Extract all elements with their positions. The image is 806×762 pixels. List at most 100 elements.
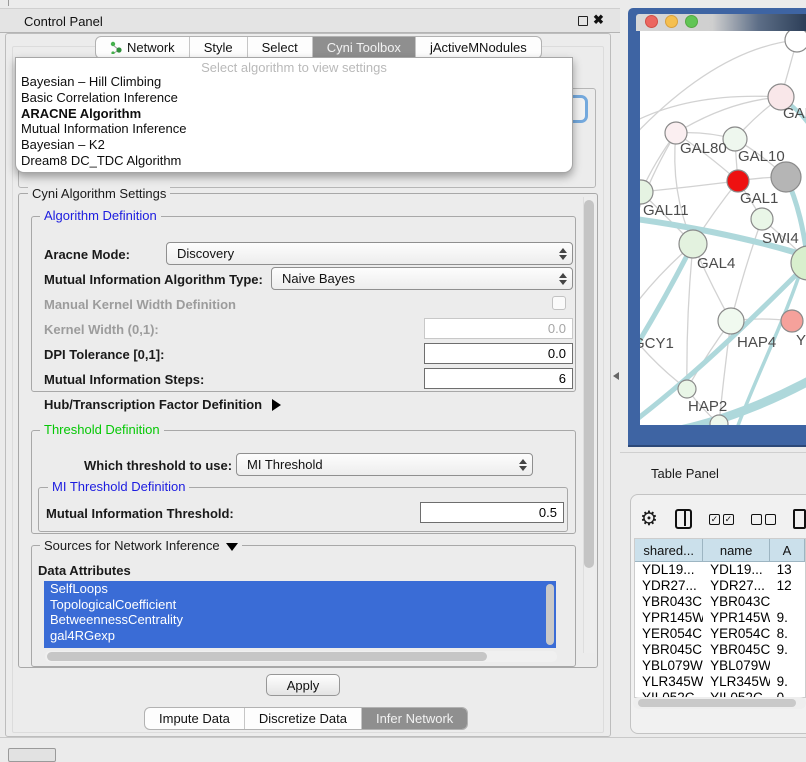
table-row[interactable]: YPR145WYPR145W9. <box>635 610 805 626</box>
table-cell <box>770 658 805 674</box>
minimize-traffic-light-icon[interactable] <box>665 15 678 28</box>
column-header-shared[interactable]: shared... <box>635 539 703 562</box>
table-cell: 9. <box>770 610 805 626</box>
table-cell: YER054C <box>703 626 769 642</box>
table-row[interactable]: YDL19...YDL19...13 <box>635 562 805 578</box>
mi-type-label: Mutual Information Algorithm Type: <box>44 272 263 287</box>
column-layout-icon[interactable] <box>675 509 692 529</box>
network-node[interactable] <box>727 170 749 192</box>
node-label-gal1: GAL1 <box>740 190 778 207</box>
network-window-titlebar[interactable] <box>636 14 806 31</box>
chevron-right-icon <box>272 399 281 411</box>
dpi-tolerance-field[interactable]: 0.0 <box>424 343 573 364</box>
attribute-item-topologicalcoefficient[interactable]: TopologicalCoefficient <box>44 597 556 613</box>
tab-impute-data[interactable]: Impute Data <box>145 708 245 729</box>
column-header-a[interactable]: A <box>770 539 805 562</box>
network-node[interactable] <box>679 230 707 258</box>
tab-cyni-toolbox[interactable]: Cyni Toolbox <box>313 37 416 58</box>
which-threshold-value: MI Threshold <box>237 457 514 472</box>
table-cell: YBL079W <box>703 658 769 674</box>
data-attributes-list[interactable]: SelfLoopsTopologicalCoefficientBetweenne… <box>44 581 556 648</box>
close-traffic-light-icon[interactable] <box>645 15 658 28</box>
gear-icon[interactable]: ⚙ <box>640 509 658 529</box>
app-screen: Control Panel ✖ Network StyleSelectCyni T… <box>0 0 806 762</box>
table-row[interactable]: YBR043CYBR043C <box>635 594 805 610</box>
mi-threshold-group-title: MI Threshold Definition <box>48 480 189 493</box>
mi-type-combo[interactable]: Naive Bayes <box>271 267 573 290</box>
close-icon[interactable]: ✖ <box>593 12 604 28</box>
mi-threshold-field[interactable]: 0.5 <box>420 502 564 523</box>
attributes-hscroll-thumb[interactable] <box>47 652 487 661</box>
node-label-swi4: SWI4 <box>762 230 799 247</box>
network-node[interactable] <box>678 380 696 398</box>
table-toolbar: ⚙ ✓✓ <box>640 505 806 533</box>
select-all-icon[interactable]: ✓✓ <box>709 514 734 525</box>
dpi-tolerance-label: DPI Tolerance [0,1]: <box>44 347 164 362</box>
table-row[interactable]: YDR27...YDR27...12 <box>635 578 805 594</box>
table-cell <box>770 594 805 610</box>
which-threshold-combo[interactable]: MI Threshold <box>236 453 533 476</box>
kernel-width-field[interactable]: 0.0 <box>424 318 573 339</box>
tab-jactivemnodules[interactable]: jActiveMNodules <box>416 37 541 58</box>
node-label-hap4: HAP4 <box>737 334 776 351</box>
aracne-mode-combo[interactable]: Discovery <box>166 242 573 265</box>
network-node[interactable] <box>771 162 801 192</box>
tab-network-label: Network <box>127 40 175 55</box>
settings-scrollbar-thumb[interactable] <box>584 200 594 568</box>
algorithm-option-dream8-dc-tdc-algorithm[interactable]: Dream8 DC_TDC Algorithm <box>16 153 572 169</box>
algorithm-option-bayesian-k2[interactable]: Bayesian – K2 <box>16 137 572 153</box>
mi-steps-label: Mutual Information Steps: <box>44 372 204 387</box>
table-row[interactable]: YLR345WYLR345W9. <box>635 674 805 690</box>
sources-group-title[interactable]: Sources for Network Inference <box>40 539 242 552</box>
tab-style[interactable]: Style <box>190 37 248 58</box>
zoom-traffic-light-icon[interactable] <box>685 15 698 28</box>
mi-steps-field[interactable]: 6 <box>424 368 573 389</box>
attribute-item-selfloops[interactable]: SelfLoops <box>44 581 556 597</box>
partial-bottom-button[interactable] <box>8 748 56 762</box>
attributes-scrollbar-thumb[interactable] <box>546 584 554 645</box>
table-row[interactable]: YER054CYER054C8. <box>635 626 805 642</box>
network-node[interactable] <box>640 180 653 204</box>
table-panel-divider <box>620 452 806 453</box>
node-label-gal80: GAL80 <box>680 140 727 157</box>
mi-type-value: Naive Bayes <box>272 271 554 286</box>
column-header-name[interactable]: name <box>703 539 770 562</box>
control-panel-titlebar: Control Panel ✖ <box>0 8 620 33</box>
manual-kernel-checkbox[interactable] <box>552 296 566 310</box>
tab-discretize-data-label: Discretize Data <box>259 711 347 726</box>
float-window-icon[interactable] <box>578 16 588 26</box>
mi-threshold-label: Mutual Information Threshold: <box>46 506 234 521</box>
algorithm-definition-title: Algorithm Definition <box>40 209 161 222</box>
tab-select[interactable]: Select <box>248 37 313 58</box>
attribute-item-gal4rgexp[interactable]: gal4RGexp <box>44 628 556 644</box>
node-table[interactable]: shared...nameA YDL19...YDL19...13YDR27..… <box>634 538 806 698</box>
network-node[interactable] <box>785 31 806 52</box>
algorithm-option-basic-correlation-inference[interactable]: Basic Correlation Inference <box>16 90 572 106</box>
table-cell: 13 <box>770 562 805 578</box>
data-attributes-label: Data Attributes <box>38 563 131 578</box>
node-label-y: Y <box>796 332 806 349</box>
hub-definition-expander[interactable]: Hub/Transcription Factor Definition <box>44 397 281 412</box>
tab-infer-network[interactable]: Infer Network <box>362 708 467 729</box>
which-threshold-label: Which threshold to use: <box>84 458 232 473</box>
table-row[interactable]: YBR045CYBR045C9. <box>635 642 805 658</box>
dock-divider <box>0 737 806 738</box>
new-table-icon[interactable] <box>793 509 806 529</box>
tab-discretize-data[interactable]: Discretize Data <box>245 708 362 729</box>
algorithm-option-bayesian-hill-climbing[interactable]: Bayesian – Hill Climbing <box>16 74 572 90</box>
algorithm-option-aracne-algorithm[interactable]: ARACNE Algorithm <box>16 106 572 122</box>
apply-button[interactable]: Apply <box>266 674 340 696</box>
algorithm-dropdown-popup: Select algorithm to view settings Bayesi… <box>15 57 573 173</box>
tab-network[interactable]: Network <box>96 37 190 58</box>
algorithm-option-mutual-information-inference[interactable]: Mutual Information Inference <box>16 121 572 137</box>
table-row[interactable]: YBL079WYBL079W <box>635 658 805 674</box>
network-node[interactable] <box>751 208 773 230</box>
table-cell: YDR27... <box>635 578 703 594</box>
network-tab-icon <box>110 41 122 54</box>
table-hscroll-thumb[interactable] <box>638 699 796 707</box>
attribute-item-betweennesscentrality[interactable]: BetweennessCentrality <box>44 612 556 628</box>
deselect-all-icon[interactable] <box>751 514 776 525</box>
network-node[interactable] <box>781 310 803 332</box>
network-canvas[interactable]: GALGAL80GAL10GAL1GAL11SWI4GAL4GCY1HAP4YH… <box>640 31 806 425</box>
network-node[interactable] <box>718 308 744 334</box>
